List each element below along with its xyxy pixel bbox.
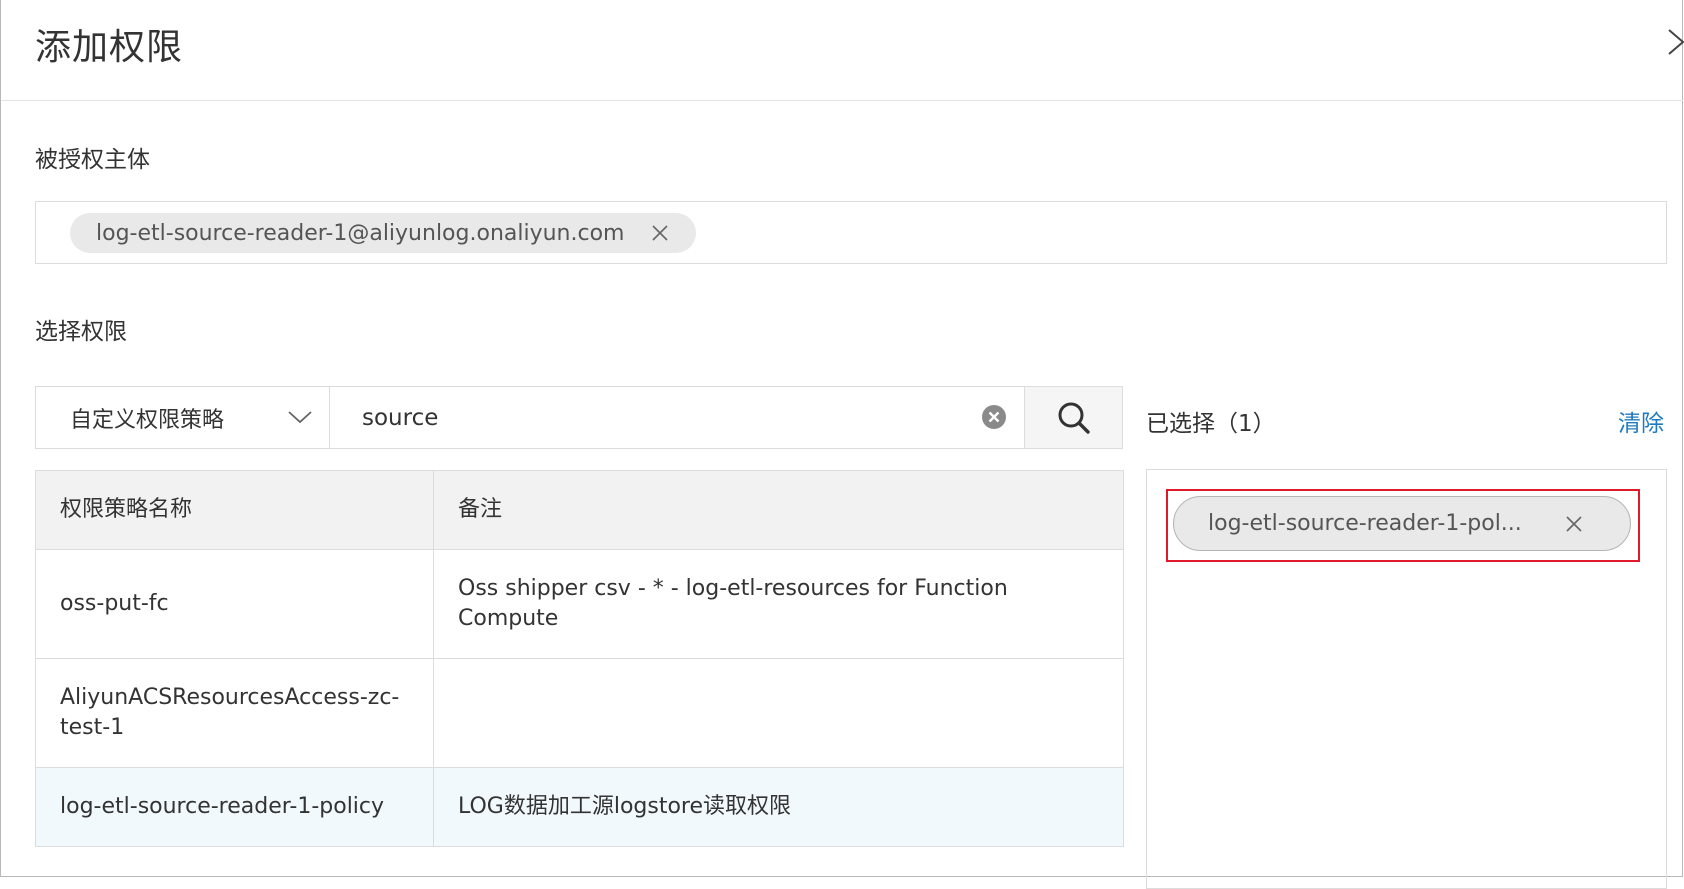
search-field[interactable] <box>329 386 1025 449</box>
chevron-down-icon <box>288 411 312 424</box>
table-row[interactable]: oss-put-fc Oss shipper csv - * - log-etl… <box>35 549 1124 659</box>
table-header-row: 权限策略名称 备注 <box>35 470 1124 550</box>
close-icon[interactable] <box>650 223 670 243</box>
principal-tag-label: log-etl-source-reader-1@aliyunlog.onaliy… <box>96 220 625 246</box>
selected-panel: log-etl-source-reader-1-pol... <box>1146 469 1667 889</box>
principal-field[interactable]: log-etl-source-reader-1@aliyunlog.onaliy… <box>35 201 1667 264</box>
table-row-selected[interactable]: log-etl-source-reader-1-policy LOG数据加工源l… <box>35 767 1124 847</box>
policy-table: 权限策略名称 备注 oss-put-fc Oss shipper csv - *… <box>35 470 1124 847</box>
dialog-header: 添加权限 <box>1 0 1684 101</box>
policy-note-cell: Oss shipper csv - * - log-etl-resources … <box>433 549 1124 659</box>
policy-name-cell: oss-put-fc <box>35 549 434 659</box>
close-icon[interactable] <box>1564 514 1584 534</box>
search-input[interactable] <box>362 401 942 435</box>
policy-type-select[interactable]: 自定义权限策略 <box>35 386 330 449</box>
search-button[interactable] <box>1024 386 1123 449</box>
principal-label: 被授权主体 <box>35 147 150 173</box>
policy-name-cell: AliyunACSResourcesAccess-zc-test-1 <box>35 658 434 768</box>
selected-policy-label: log-etl-source-reader-1-pol... <box>1208 511 1522 536</box>
highlight-annotation: log-etl-source-reader-1-pol... <box>1166 489 1640 562</box>
search-icon <box>1058 402 1090 434</box>
policy-type-value: 自定义权限策略 <box>70 407 225 433</box>
permissions-label: 选择权限 <box>35 319 127 345</box>
policy-note-cell: LOG数据加工源logstore读取权限 <box>433 767 1124 847</box>
selected-policy-tag: log-etl-source-reader-1-pol... <box>1173 496 1631 551</box>
close-icon[interactable] <box>1665 26 1684 56</box>
policy-note-cell <box>433 658 1124 768</box>
clear-circle-icon[interactable] <box>981 404 1007 430</box>
clear-all-link[interactable]: 清除 <box>1618 404 1664 438</box>
column-header-policy-name: 权限策略名称 <box>35 470 434 550</box>
dialog-title: 添加权限 <box>35 27 184 68</box>
principal-tag: log-etl-source-reader-1@aliyunlog.onaliy… <box>70 213 697 253</box>
policy-name-cell: log-etl-source-reader-1-policy <box>35 767 434 847</box>
table-row[interactable]: AliyunACSResourcesAccess-zc-test-1 <box>35 658 1124 768</box>
selected-count-title: 已选择（1） <box>1146 411 1276 437</box>
column-header-note: 备注 <box>433 470 1124 550</box>
